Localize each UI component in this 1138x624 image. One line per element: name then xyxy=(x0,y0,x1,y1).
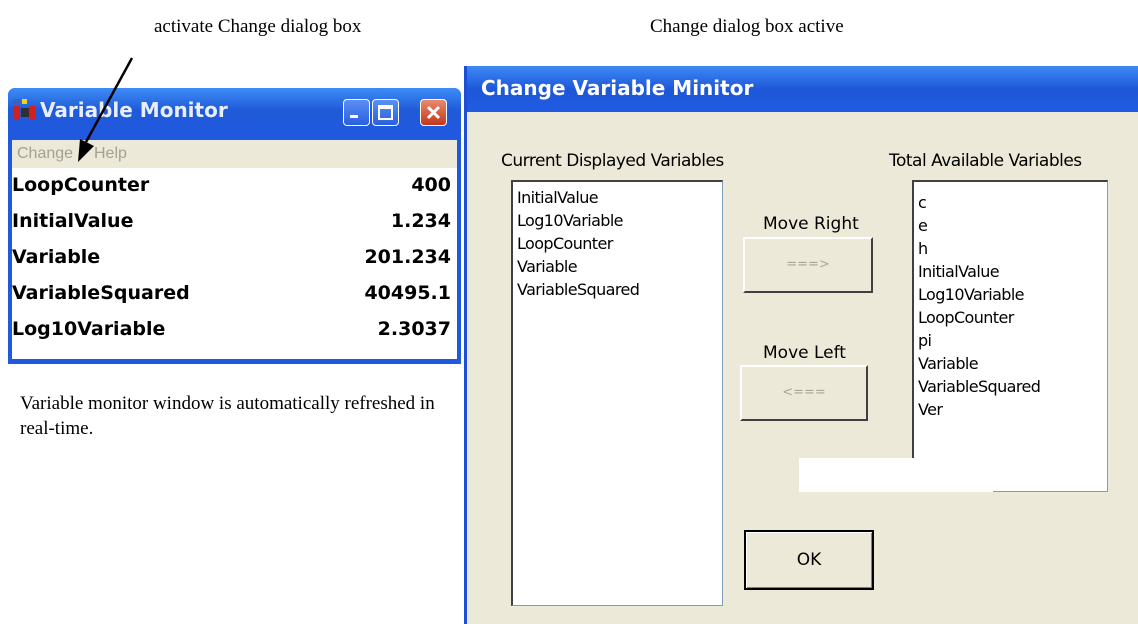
variable-value: 400 xyxy=(411,174,451,196)
menu-bar: Change Help xyxy=(12,140,457,168)
variable-row: VariableSquared 40495.1 xyxy=(12,282,457,318)
list-item[interactable]: VariableSquared xyxy=(914,375,1107,398)
list-item[interactable]: e xyxy=(914,214,1107,237)
variable-row: InitialValue 1.234 xyxy=(12,210,457,246)
variable-monitor-client: Change Help LoopCounter 400 InitialValue… xyxy=(12,140,457,359)
list-item[interactable]: LoopCounter xyxy=(914,306,1107,329)
close-button[interactable] xyxy=(420,99,447,126)
list-item[interactable]: LoopCounter xyxy=(513,232,722,255)
menu-help[interactable]: Help xyxy=(94,145,127,163)
list-item[interactable]: Log10Variable xyxy=(914,283,1107,306)
list-item[interactable]: Variable xyxy=(914,352,1107,375)
ok-button[interactable]: OK xyxy=(744,530,874,590)
change-dialog: Change Variable Minitor Current Displaye… xyxy=(464,66,1138,624)
variable-value: 40495.1 xyxy=(364,282,451,304)
current-variables-list[interactable]: InitialValue Log10Variable LoopCounter V… xyxy=(511,180,723,606)
move-left-label: Move Left xyxy=(763,343,846,363)
change-dialog-title: Change Variable Minitor xyxy=(481,76,754,100)
variable-value: 1.234 xyxy=(390,210,451,232)
variable-monitor-titlebar[interactable]: Variable Monitor xyxy=(8,88,461,138)
maximize-button[interactable] xyxy=(372,99,399,126)
list-item[interactable]: InitialValue xyxy=(513,182,722,209)
list-item[interactable]: Ver xyxy=(914,398,1107,421)
variable-name: VariableSquared xyxy=(12,282,190,304)
list-item[interactable]: c xyxy=(914,182,1107,214)
variable-value: 201.234 xyxy=(364,246,451,268)
move-right-button[interactable]: ===> xyxy=(743,237,873,293)
move-left-button[interactable]: <=== xyxy=(740,365,868,421)
variable-name: LoopCounter xyxy=(12,174,150,196)
minimize-icon xyxy=(350,115,358,118)
variable-row: Log10Variable 2.3037 xyxy=(12,318,457,354)
available-variables-list[interactable]: c e h InitialValue Log10Variable LoopCou… xyxy=(912,180,1108,492)
close-icon xyxy=(426,105,441,120)
variable-name: Log10Variable xyxy=(12,318,166,340)
blank-region xyxy=(799,458,993,492)
available-variables-label: Total Available Variables xyxy=(889,151,1082,171)
app-icon xyxy=(13,99,35,119)
current-variables-label: Current Displayed Variables xyxy=(501,151,724,171)
list-item[interactable]: VariableSquared xyxy=(513,278,722,301)
variable-row: LoopCounter 400 xyxy=(12,174,457,210)
list-item[interactable]: InitialValue xyxy=(914,260,1107,283)
variable-name: InitialValue xyxy=(12,210,134,232)
change-dialog-titlebar[interactable]: Change Variable Minitor xyxy=(467,66,1138,112)
list-item[interactable]: h xyxy=(914,237,1107,260)
list-item[interactable]: Log10Variable xyxy=(513,209,722,232)
annotation-refresh: Variable monitor window is automatically… xyxy=(20,393,435,439)
annotation-dialog-active: Change dialog box active xyxy=(650,16,844,37)
variable-row: Variable 201.234 xyxy=(12,246,457,282)
menu-change[interactable]: Change xyxy=(17,145,73,163)
variable-name: Variable xyxy=(12,246,101,268)
variable-monitor-title: Variable Monitor xyxy=(40,98,228,122)
variable-value: 2.3037 xyxy=(377,318,451,340)
maximize-icon xyxy=(378,105,393,120)
minimize-button[interactable] xyxy=(343,99,370,126)
variable-monitor-window: Variable Monitor Change Help LoopCounter… xyxy=(8,88,461,364)
list-item[interactable]: Variable xyxy=(513,255,722,278)
annotation-activate-change: activate Change dialog box xyxy=(154,16,362,37)
move-right-label: Move Right xyxy=(763,214,859,234)
list-item[interactable]: pi xyxy=(914,329,1107,352)
